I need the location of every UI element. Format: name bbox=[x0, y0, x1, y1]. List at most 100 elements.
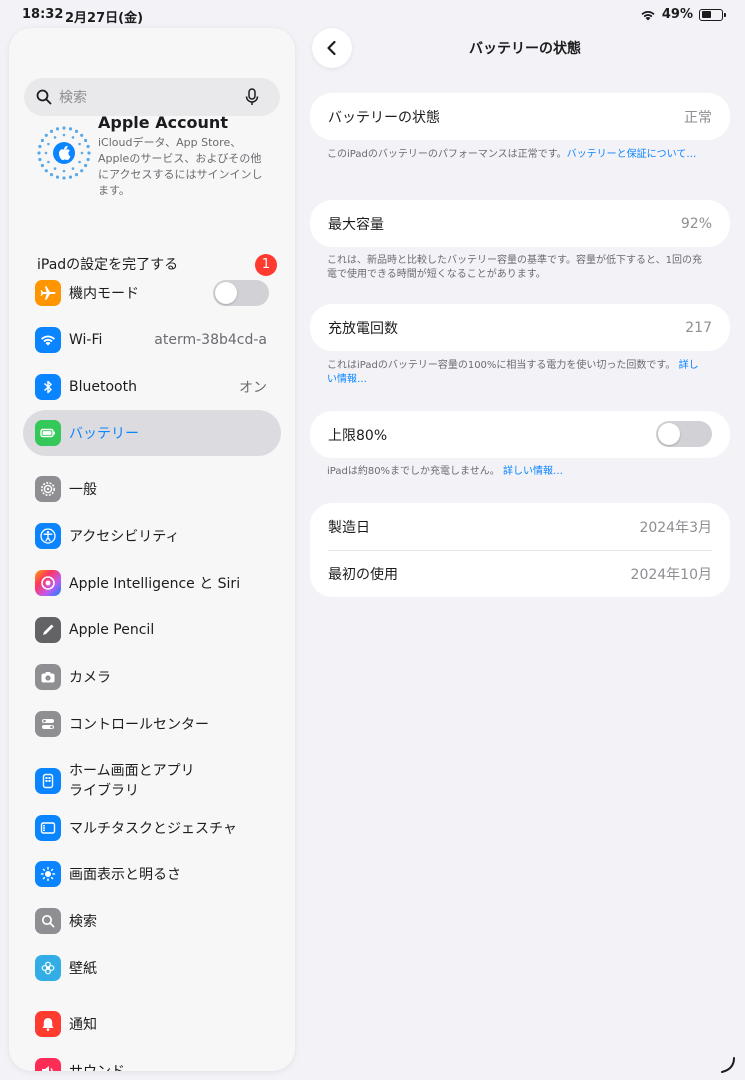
sidebar-item-label: 壁紙 bbox=[69, 961, 97, 977]
sidebar-item-label: Apple Pencil bbox=[69, 622, 155, 638]
camera-icon bbox=[35, 664, 61, 690]
sidebar-item-control-center[interactable]: コントロールセンター bbox=[23, 701, 281, 747]
sidebar-item-notifications[interactable]: 通知 bbox=[23, 1001, 281, 1047]
first-use-value: 2024年10月 bbox=[630, 567, 712, 583]
pencil-icon bbox=[35, 617, 61, 643]
sidebar-item-airplane-mode[interactable]: 機内モード bbox=[23, 270, 281, 316]
sidebar-item-home-screen[interactable]: ホーム画面とアプリ ライブラリ bbox=[23, 753, 281, 809]
sidebar-item-sounds[interactable]: サウンド bbox=[23, 1048, 281, 1071]
airplane-icon bbox=[35, 280, 61, 306]
sidebar-item-general[interactable]: 一般 bbox=[23, 466, 281, 512]
charge-limit-label: 上限80% bbox=[328, 427, 388, 444]
bluetooth-status: オン bbox=[239, 380, 267, 396]
control-center-icon bbox=[35, 711, 61, 737]
apple-account-avatar-icon bbox=[37, 126, 91, 180]
apple-account-row[interactable]: Apple Account iCloudデータ、App Store、Appleの… bbox=[37, 113, 287, 223]
multitasking-icon bbox=[35, 815, 61, 841]
search-icon bbox=[36, 89, 52, 105]
search-icon bbox=[35, 908, 61, 934]
chevron-left-icon bbox=[327, 40, 336, 56]
sidebar-item-label: Apple Intelligence と Siri bbox=[69, 576, 241, 592]
max-capacity-value: 92% bbox=[680, 215, 712, 232]
cycle-count-value: 217 bbox=[685, 319, 712, 336]
microphone-icon[interactable] bbox=[245, 88, 259, 106]
status-date: 2月27日(金) bbox=[65, 11, 144, 26]
sidebar-item-label: バッテリー bbox=[69, 426, 139, 442]
battery-health-note: このiPadのバッテリーのパフォーマンスは正常です。バッテリーと保証について… bbox=[327, 148, 707, 162]
sidebar-item-search[interactable]: 検索 bbox=[23, 898, 281, 944]
sidebar-item-accessibility[interactable]: アクセシビリティ bbox=[23, 513, 281, 559]
cycle-count-row: 充放電回数 217 bbox=[310, 304, 730, 351]
manufacture-date-row: 製造日 2024年3月 bbox=[310, 503, 730, 550]
battery-icon bbox=[35, 420, 61, 446]
max-capacity-label: 最大容量 bbox=[328, 216, 384, 233]
charge-limit-card: 上限80% bbox=[310, 411, 730, 458]
sidebar-item-camera[interactable]: カメラ bbox=[23, 654, 281, 700]
battery-status-icon bbox=[699, 8, 726, 21]
account-title: Apple Account bbox=[98, 113, 228, 132]
wifi-network-name: aterm-38b4cd-a bbox=[154, 332, 267, 348]
settings-sidebar: 検索 Apple Account iCloudデータ、App Store、App… bbox=[9, 28, 295, 1071]
charge-limit-toggle[interactable] bbox=[656, 421, 712, 447]
battery-warranty-link[interactable]: バッテリーと保証について… bbox=[567, 149, 697, 160]
status-time: 18:32 bbox=[22, 7, 64, 22]
manufacture-date-value: 2024年3月 bbox=[639, 519, 712, 536]
sidebar-item-label: 機内モード bbox=[69, 286, 139, 302]
wallpaper-icon bbox=[35, 955, 61, 981]
sidebar-item-wallpaper[interactable]: 壁紙 bbox=[23, 945, 281, 991]
sidebar-item-battery[interactable]: バッテリー bbox=[23, 410, 281, 456]
sidebar-item-label: 一般 bbox=[69, 482, 97, 498]
sidebar-item-label: コントロールセンター bbox=[69, 717, 209, 733]
sound-icon bbox=[35, 1058, 61, 1071]
accessibility-icon bbox=[35, 523, 61, 549]
sidebar-item-label: アクセシビリティ bbox=[69, 529, 180, 545]
max-capacity-card: 最大容量 92% bbox=[310, 200, 730, 247]
sidebar-item-label: Bluetooth bbox=[69, 379, 137, 395]
sidebar-item-label: 通知 bbox=[69, 1017, 97, 1033]
cycle-count-label: 充放電回数 bbox=[328, 320, 398, 337]
cycle-count-note: これはiPadのバッテリー容量の100%に相当する電力を使い切った回数です。 詳… bbox=[327, 359, 707, 387]
search-placeholder: 検索 bbox=[59, 90, 87, 106]
charge-limit-note: iPadは約80%までしか充電しません。 詳しい情報… bbox=[327, 465, 707, 479]
brightness-icon bbox=[35, 861, 61, 887]
sidebar-item-label: マルチタスクとジェスチャ bbox=[69, 821, 237, 837]
sidebar-item-label-line2: ライブラリ bbox=[69, 783, 139, 799]
battery-percent: 49% bbox=[661, 7, 693, 22]
page-title: バッテリーの状態 bbox=[469, 41, 581, 57]
battery-health-label: バッテリーの状態 bbox=[328, 109, 440, 126]
max-capacity-row: 最大容量 92% bbox=[310, 200, 730, 247]
cycle-count-note-text: これはiPadのバッテリー容量の100%に相当する電力を使い切った回数です。 bbox=[327, 360, 676, 371]
sidebar-item-apple-pencil[interactable]: Apple Pencil bbox=[23, 607, 281, 653]
home-screen-icon bbox=[35, 768, 61, 794]
sidebar-item-label: サウンド bbox=[69, 1061, 125, 1071]
first-use-label: 最初の使用 bbox=[328, 567, 398, 583]
status-indicators: 49% bbox=[640, 7, 726, 22]
airplane-mode-toggle[interactable] bbox=[213, 280, 269, 306]
sidebar-item-apple-intelligence-siri[interactable]: Apple Intelligence と Siri bbox=[23, 560, 281, 606]
manufacture-date-label: 製造日 bbox=[328, 519, 370, 536]
battery-health-card: バッテリーの状態 正常 bbox=[310, 93, 730, 140]
sidebar-item-label: ホーム画面とアプリ bbox=[69, 763, 195, 779]
sidebar-item-display-brightness[interactable]: 画面表示と明るさ bbox=[23, 851, 281, 897]
sidebar-item-label: 検索 bbox=[69, 914, 97, 930]
gear-icon bbox=[35, 476, 61, 502]
max-capacity-note: これは、新品時と比較したバッテリー容量の基準です。容量が低下すると、1回の充電で… bbox=[327, 255, 702, 280]
sidebar-item-bluetooth[interactable]: Bluetooth オン bbox=[23, 364, 281, 410]
charge-limit-more-info-link[interactable]: 詳しい情報… bbox=[503, 466, 563, 477]
battery-health-value: 正常 bbox=[684, 109, 712, 126]
sidebar-item-label: カメラ bbox=[69, 670, 111, 686]
battery-dates-card: 製造日 2024年3月 最初の使用 2024年10月 bbox=[310, 503, 730, 597]
account-description: iCloudデータ、App Store、Appleのサービス、およびその他にアク… bbox=[98, 136, 263, 197]
cycle-count-card: 充放電回数 217 bbox=[310, 304, 730, 351]
first-use-row: 最初の使用 2024年10月 bbox=[328, 550, 712, 597]
back-button[interactable] bbox=[312, 28, 352, 68]
charge-limit-row: 上限80% bbox=[310, 411, 730, 458]
sidebar-item-wifi[interactable]: Wi-Fi aterm-38b4cd-a bbox=[23, 317, 281, 363]
sidebar-item-multitasking[interactable]: マルチタスクとジェスチャ bbox=[23, 805, 281, 851]
status-bar: 18:32 2月27日(金) 49% bbox=[0, 0, 745, 30]
search-input[interactable]: 検索 bbox=[24, 78, 280, 116]
sidebar-item-label: Wi-Fi bbox=[69, 332, 103, 348]
siri-icon bbox=[35, 570, 61, 596]
corner-swipe-indicator-icon bbox=[721, 1057, 735, 1073]
wifi-icon bbox=[35, 327, 61, 353]
